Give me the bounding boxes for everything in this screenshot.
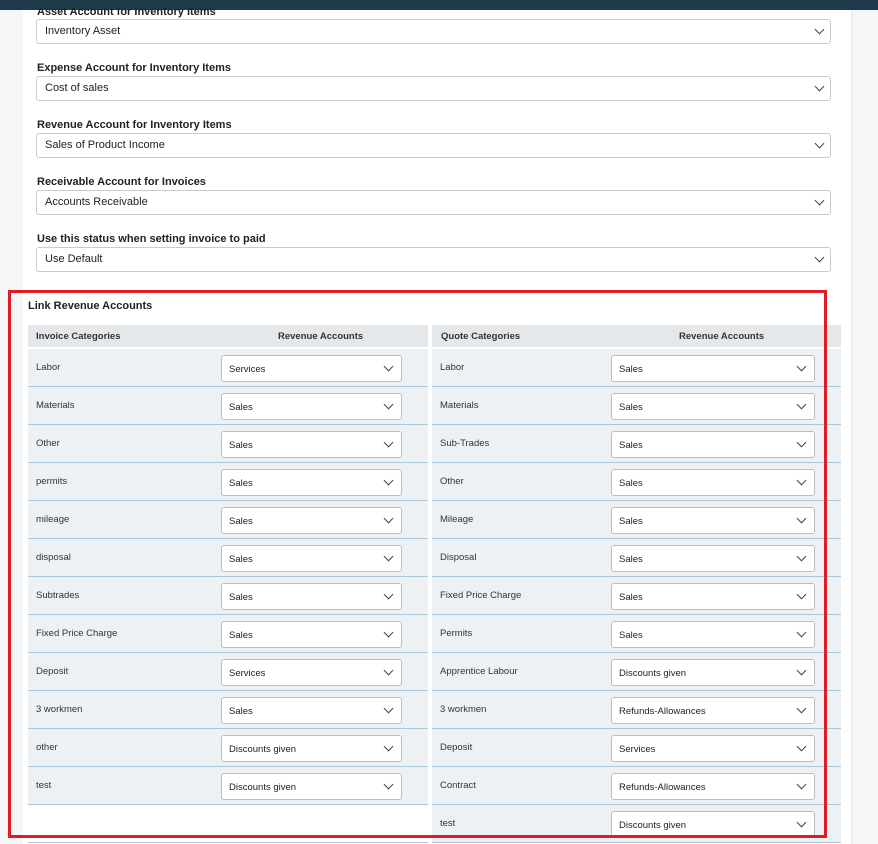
chevron-down-icon <box>814 195 825 206</box>
chevron-down-icon <box>814 252 825 263</box>
page-right-gutter <box>851 10 878 844</box>
asset-account-label: Asset Account for Inventory Items <box>37 6 216 18</box>
paid-status-select[interactable]: Use Default <box>36 247 831 272</box>
asset-account-select[interactable]: Inventory Asset <box>36 19 831 44</box>
expense-account-label: Expense Account for Inventory Items <box>37 62 231 74</box>
expense-account-value: Cost of sales <box>45 82 109 94</box>
revenue-account-select[interactable]: Sales of Product Income <box>36 133 831 158</box>
receivable-account-value: Accounts Receivable <box>45 196 148 208</box>
revenue-account-label: Revenue Account for Inventory Items <box>37 119 232 131</box>
chevron-down-icon <box>814 81 825 92</box>
asset-account-value: Inventory Asset <box>45 25 121 37</box>
paid-status-value: Use Default <box>45 253 103 265</box>
chevron-down-icon <box>814 24 825 35</box>
expense-account-select[interactable]: Cost of sales <box>36 76 831 101</box>
receivable-account-select[interactable]: Accounts Receivable <box>36 190 831 215</box>
chevron-down-icon <box>814 138 825 149</box>
highlight-annotation-box <box>8 290 827 838</box>
paid-status-label: Use this status when setting invoice to … <box>37 233 266 245</box>
receivable-account-label: Receivable Account for Invoices <box>37 176 206 188</box>
revenue-account-value: Sales of Product Income <box>45 139 165 151</box>
